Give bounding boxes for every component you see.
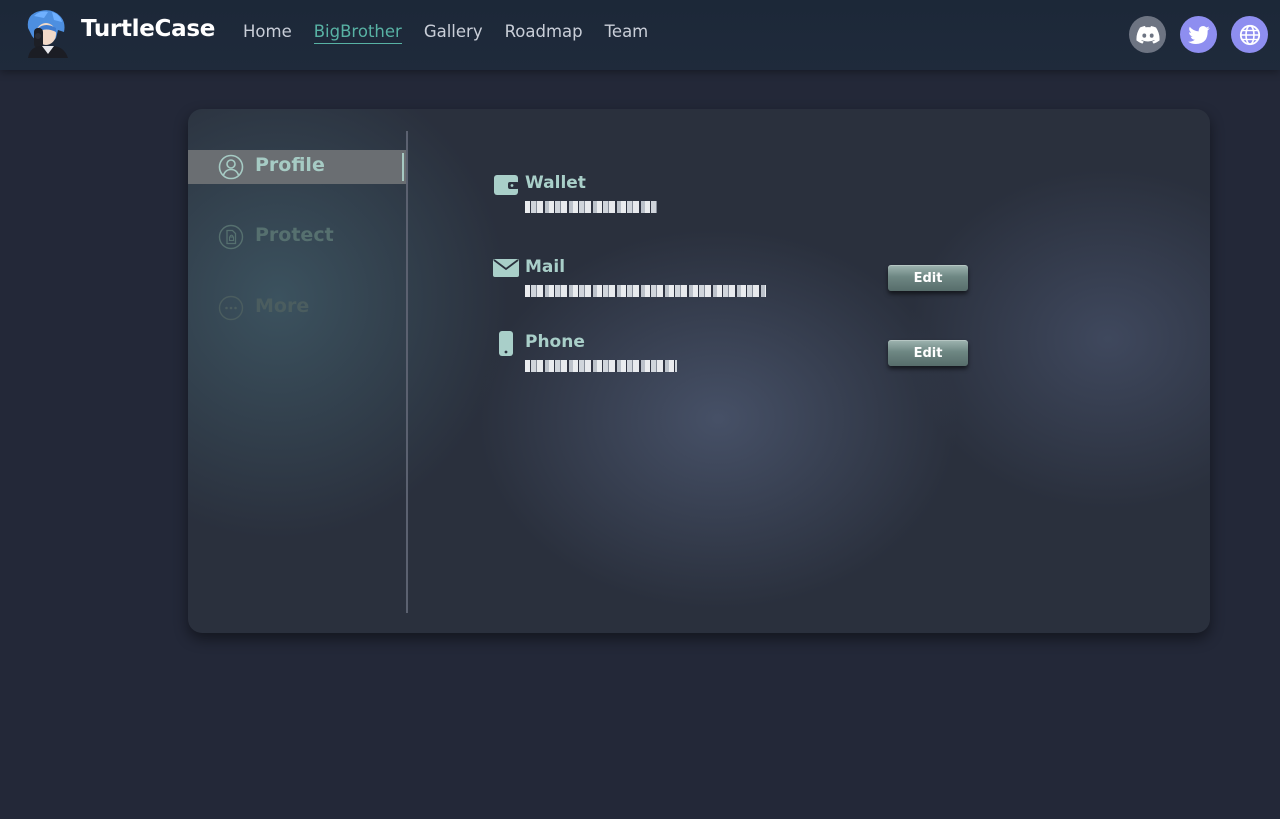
- brand-name[interactable]: TurtleCase: [81, 16, 215, 42]
- nav-team[interactable]: Team: [605, 22, 649, 44]
- phone-number-redacted: [525, 360, 677, 372]
- top-nav-bar: TurtleCase Home BigBrother Gallery Roadm…: [0, 0, 1280, 70]
- twitter-icon: [1187, 25, 1210, 44]
- edit-phone-button[interactable]: Edit: [888, 340, 968, 366]
- discord-icon: [1135, 25, 1160, 44]
- profile-card: Profile Protect More Wallet Mail Edit Ph…: [188, 109, 1210, 633]
- sidebar-item-profile[interactable]: Profile: [188, 150, 406, 184]
- user-circle-icon: [218, 154, 244, 180]
- document-lock-icon: [218, 224, 244, 250]
- main-nav: Home BigBrother Gallery Roadmap Team: [243, 22, 670, 44]
- social-links: [1129, 16, 1268, 53]
- mail-icon: [493, 259, 519, 277]
- discord-button[interactable]: [1129, 16, 1166, 53]
- sidebar-item-protect[interactable]: Protect: [188, 220, 406, 254]
- edit-mail-button[interactable]: Edit: [888, 265, 968, 291]
- sidebar-label-more: More: [255, 295, 310, 317]
- nav-home[interactable]: Home: [243, 22, 292, 44]
- phone-label: Phone: [525, 332, 585, 352]
- twitter-button[interactable]: [1180, 16, 1217, 53]
- mail-address-redacted: [525, 285, 766, 297]
- mail-label: Mail: [525, 257, 566, 277]
- nav-bigbrother[interactable]: BigBrother: [313, 22, 402, 44]
- phone-icon: [499, 331, 513, 356]
- wallet-address-redacted: [525, 201, 657, 213]
- globe-icon: [1239, 24, 1260, 45]
- wallet-icon: [494, 175, 519, 195]
- more-circle-icon: [218, 295, 244, 321]
- sidebar-label-protect: Protect: [255, 224, 334, 246]
- wallet-label: Wallet: [525, 173, 586, 193]
- nav-gallery[interactable]: Gallery: [424, 22, 483, 44]
- sidebar-divider: [406, 131, 408, 613]
- sidebar-item-more[interactable]: More: [188, 291, 406, 325]
- sidebar-label-profile: Profile: [255, 154, 325, 176]
- turtlecase-logo-icon[interactable]: [22, 8, 70, 58]
- website-button[interactable]: [1231, 16, 1268, 53]
- nav-roadmap[interactable]: Roadmap: [505, 22, 583, 44]
